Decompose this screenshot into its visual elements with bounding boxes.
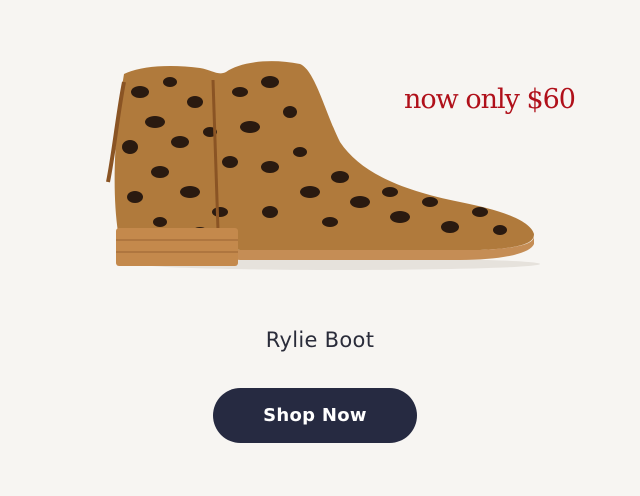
product-name[interactable]: Rylie Boot (0, 328, 640, 352)
shop-now-button[interactable]: Shop Now (213, 388, 417, 443)
product-card: now only $60 Rylie Boot Shop Now (0, 0, 640, 496)
promo-price-text: now only $60 (404, 84, 576, 115)
